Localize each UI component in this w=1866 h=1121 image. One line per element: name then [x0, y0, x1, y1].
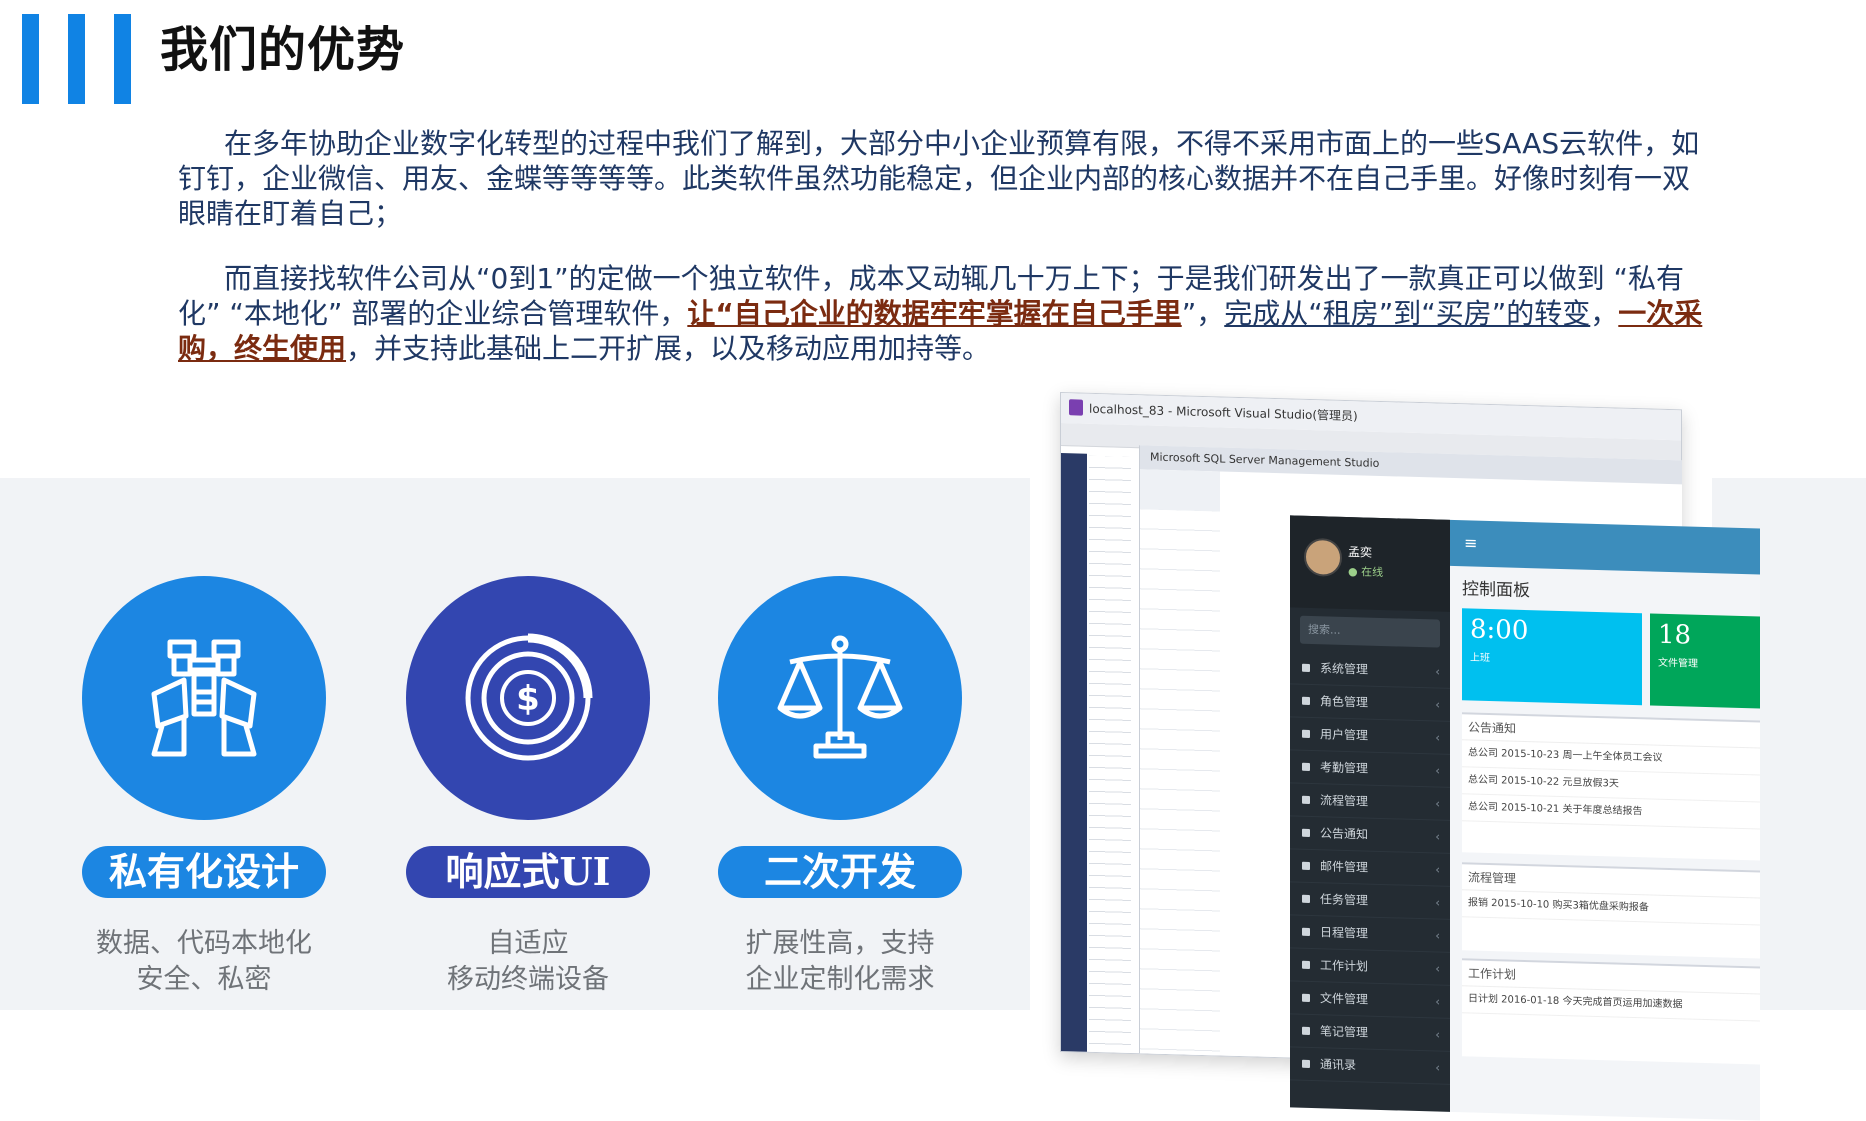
sidebar-item[interactable]: 文件管理 — [1290, 981, 1450, 1019]
feature-description: 自适应 移动终端设备 — [406, 926, 650, 998]
clock-tile[interactable]: 8:00 上班 — [1462, 608, 1642, 706]
sidebar-item[interactable]: 邮件管理 — [1290, 849, 1450, 887]
svg-text:$: $ — [516, 679, 540, 719]
feature-desc-line-2: 移动终端设备 — [447, 964, 609, 995]
avatar — [1304, 537, 1342, 577]
intro-text: 在多年协助企业数字化转型的过程中我们了解到，大部分中小企业预算有限，不得不采用市… — [178, 126, 1706, 366]
feature-title-pill: 响应式UI — [406, 846, 650, 898]
app-dashboard: 控制面板 8:00 上班 18 文件管理 公告通知 总公司 2015-10-23… — [1450, 566, 1760, 1121]
sidebar-item[interactable]: 笔记管理 — [1290, 1014, 1450, 1052]
feature-circle — [718, 576, 962, 820]
visual-studio-logo-icon — [1069, 399, 1083, 416]
feature-description: 数据、代码本地化 安全、私密 — [82, 926, 326, 998]
user-name: 孟奕 — [1348, 545, 1373, 560]
feature-description: 扩展性高，支持 企业定制化需求 — [718, 926, 962, 998]
software-screenshot: localhost_83 - Microsoft Visual Studio(管… — [1060, 392, 1760, 1121]
plan-panel: 工作计划 日计划 2016-01-18 今天完成首页运用加速数据 — [1462, 958, 1760, 1065]
intro-paragraph-1: 在多年协助企业数字化转型的过程中我们了解到，大部分中小企业预算有限，不得不采用市… — [178, 127, 1700, 230]
vs-title-text: localhost_83 - Microsoft Visual Studio(管… — [1089, 401, 1358, 424]
sidebar-search-input[interactable]: 搜索... — [1300, 615, 1440, 648]
sidebar-item[interactable]: 用户管理 — [1290, 717, 1450, 755]
sidebar-item[interactable]: 角色管理 — [1290, 684, 1450, 722]
sidebar-item[interactable]: 系统管理 — [1290, 651, 1450, 689]
sidebar-item[interactable]: 通讯录 — [1290, 1047, 1450, 1085]
app-sidebar: 孟奕 ● 在线 搜索... 系统管理角色管理用户管理考勤管理流程管理公告通知邮件… — [1290, 515, 1450, 1112]
feature-desc-line-2: 企业定制化需求 — [745, 964, 935, 995]
visual-studio-window: localhost_83 - Microsoft Visual Studio(管… — [1060, 392, 1760, 1121]
feature-desc-line-1: 扩展性高，支持 — [745, 928, 935, 959]
feature-title-pill: 二次开发 — [718, 846, 962, 898]
feature-desc-line-1: 自适应 — [487, 928, 569, 959]
sql-server-window: Microsoft SQL Server Management Studio 孟… — [1139, 445, 1760, 1121]
page-title: 我们的优势 — [160, 22, 406, 78]
sidebar-menu: 系统管理角色管理用户管理考勤管理流程管理公告通知邮件管理任务管理日程管理工作计划… — [1290, 651, 1450, 1085]
intro-p2-text-b: ”， — [1181, 297, 1225, 330]
title-accent-bars — [22, 14, 131, 104]
tile-value: 8:00 — [1470, 614, 1529, 647]
tile-label: 文件管理 — [1658, 657, 1698, 670]
app-user-panel: 孟奕 ● 在线 — [1290, 515, 1450, 612]
sidebar-item[interactable]: 工作计划 — [1290, 948, 1450, 986]
feature-responsive-ui: $ 响应式UI 自适应 移动终端设备 — [406, 576, 650, 998]
intro-p2-text-d: ，并支持此基础上二开扩展，以及移动应用加持等。 — [346, 332, 991, 365]
feature-circle — [82, 576, 326, 820]
process-panel: 流程管理 报销 2015-10-10 购买3箱优盘采购报备 — [1462, 862, 1760, 959]
scales-icon — [777, 635, 903, 759]
admin-app: 孟奕 ● 在线 搜索... 系统管理角色管理用户管理考勤管理流程管理公告通知邮件… — [1290, 515, 1760, 1121]
dashboard-title: 控制面板 — [1462, 579, 1530, 602]
feature-desc-line-1: 数据、代码本地化 — [96, 928, 312, 959]
tile-value: 18 — [1658, 619, 1692, 651]
intro-p2-text-c: ， — [1590, 297, 1619, 330]
highlight-data-ownership: 让“自己企业的数据牢牢掌握在自己手里 — [687, 297, 1182, 330]
highlight-rent-to-buy: 完成从“租房”到“买房”的转变 — [1224, 297, 1591, 330]
vs-code-lines — [1089, 455, 1131, 1053]
user-status: ● 在线 — [1348, 565, 1384, 580]
sidebar-item[interactable]: 任务管理 — [1290, 882, 1450, 920]
files-tile[interactable]: 18 文件管理 — [1650, 613, 1760, 709]
sidebar-item[interactable]: 公告通知 — [1290, 816, 1450, 854]
sql-object-tree — [1140, 469, 1220, 1056]
notice-panel: 公告通知 总公司 2015-10-23 周一上午全体员工会议 总公司 2015-… — [1462, 712, 1760, 861]
feature-private-design: 私有化设计 数据、代码本地化 安全、私密 — [82, 576, 326, 998]
sidebar-item[interactable]: 日程管理 — [1290, 915, 1450, 953]
menu-toggle-icon[interactable]: ≡ — [1464, 533, 1477, 552]
feature-circle: $ — [406, 576, 650, 820]
sidebar-item[interactable]: 流程管理 — [1290, 783, 1450, 821]
tile-label: 上班 — [1470, 652, 1490, 665]
feature-desc-line-2: 安全、私密 — [136, 964, 272, 995]
feature-title-pill: 私有化设计 — [82, 846, 326, 898]
vs-side-panel — [1061, 453, 1087, 1052]
sidebar-item[interactable]: 考勤管理 — [1290, 750, 1450, 788]
intro-paragraph-2: 而直接找软件公司从“0到1”的定做一个独立软件，成本又动辄几十万上下；于是我们研… — [178, 261, 1706, 366]
feature-secondary-development: 二次开发 扩展性高，支持 企业定制化需求 — [718, 576, 962, 998]
coin-target-icon: $ — [465, 633, 593, 761]
binoculars-icon — [151, 639, 257, 757]
